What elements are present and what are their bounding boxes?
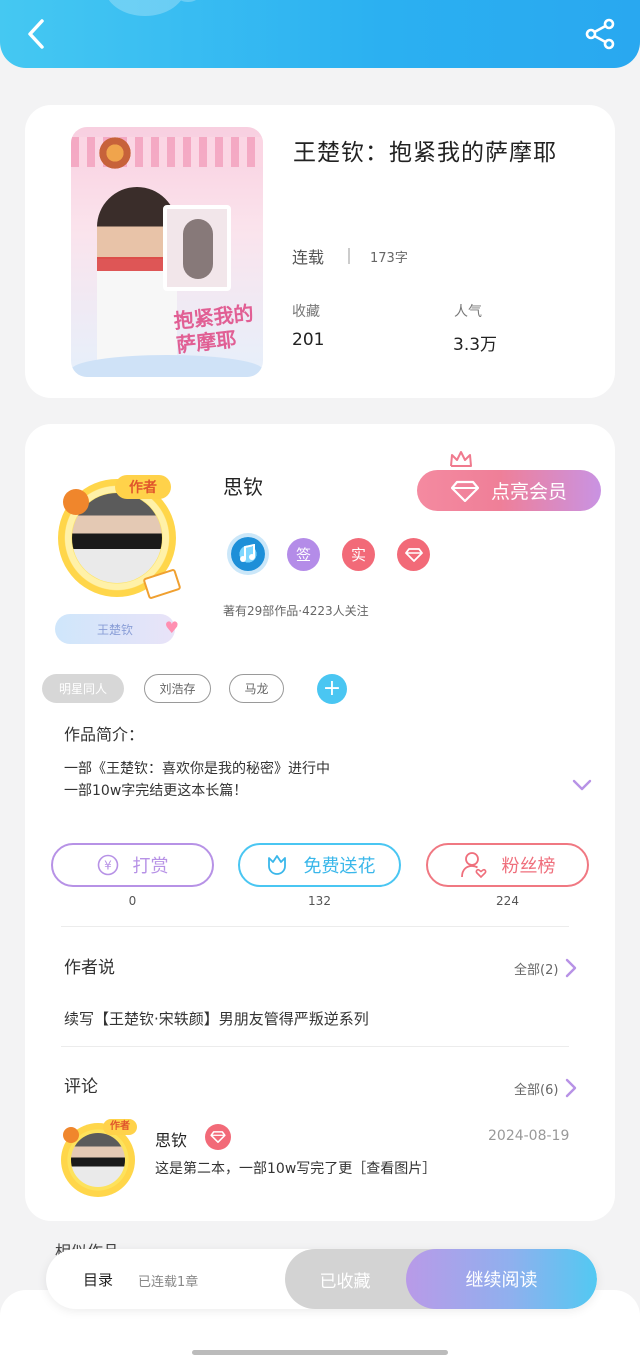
book-status-row: 连载 173字	[292, 244, 408, 268]
share-icon	[585, 18, 615, 50]
cover-title-art: 抱紧我的萨摩耶	[172, 300, 255, 358]
svg-text:¥: ¥	[104, 859, 112, 873]
intro-line: 一部《王楚钦：喜欢你是我的秘密》进行中	[64, 761, 330, 777]
favorites-value: 201	[292, 330, 325, 350]
tag-item[interactable]: 马龙	[229, 674, 284, 703]
author-name[interactable]: 思钦	[223, 471, 263, 500]
favorites-label: 收藏	[292, 304, 320, 320]
book-info-card: 抱紧我的萨摩耶 王楚钦：抱紧我的萨摩耶 连载 173字 收藏 201 人气 3.…	[25, 105, 615, 398]
popularity-value: 3.3万	[453, 335, 498, 355]
fan-badge-text: 王楚钦	[96, 622, 133, 637]
author-avatar[interactable]: 作者	[53, 469, 185, 601]
cover-wave	[71, 355, 263, 377]
author-say-text[interactable]: 续写【王楚钦·宋轶颜】男朋友管得严叛逆系列	[64, 1008, 369, 1029]
intro-title: 作品简介：	[64, 725, 145, 744]
continue-reading-label: 继续阅读	[465, 1270, 538, 1291]
tulip-icon	[267, 855, 286, 875]
comments-all-link[interactable]: 全部(6)	[514, 1078, 578, 1098]
crown-icon	[450, 451, 472, 467]
vip-diamond-icon	[205, 1124, 231, 1150]
author-tag: 作者	[103, 1119, 137, 1135]
chevron-down-icon[interactable]	[571, 774, 593, 796]
word-count: 173字	[370, 250, 408, 266]
diamond-badge-icon[interactable]	[397, 538, 430, 571]
flower-count: 132	[308, 894, 331, 908]
author-say-all-link[interactable]: 全部(2)	[514, 958, 578, 978]
tip-button[interactable]: ¥ 打赏	[51, 843, 214, 887]
book-title: 王楚钦：抱紧我的萨摩耶	[293, 140, 557, 166]
user-heart-icon	[460, 852, 486, 879]
flower-icon	[63, 1127, 79, 1143]
collected-label: 已收藏	[319, 1271, 371, 1292]
toc-button[interactable]: 目录	[83, 1269, 113, 1290]
avatar-photo	[71, 1133, 125, 1187]
fans-rank-button[interactable]: 粉丝榜	[426, 843, 589, 887]
music-badge-icon[interactable]	[231, 537, 265, 571]
comments-all-label: 全部(6)	[514, 1082, 559, 1098]
send-flower-label: 免费送花	[303, 856, 376, 877]
popularity-label: 人气	[454, 304, 482, 320]
tag-item[interactable]: 刘浩存	[144, 674, 211, 703]
author-card: 作者 王楚钦 ♥ 思钦 点亮会员 签 实 著有29部作品·4223人关注 明星同…	[25, 424, 615, 1221]
header-decoration-small	[178, 0, 198, 2]
chevron-left-icon	[28, 19, 44, 49]
chevron-right-icon	[566, 958, 577, 978]
divider	[61, 1046, 569, 1047]
continue-reading-button[interactable]: 继续阅读	[406, 1249, 597, 1309]
vip-button-label: 点亮会员	[490, 481, 567, 503]
divider	[348, 248, 351, 264]
chevron-right-icon	[566, 1078, 577, 1098]
bottom-action-bar: 目录 已连载1章 已收藏 继续阅读	[46, 1249, 597, 1309]
tip-count: 0	[128, 894, 137, 908]
author-say-all-label: 全部(2)	[514, 962, 559, 978]
diamond-icon	[450, 480, 479, 502]
comments-title: 评论	[64, 1077, 98, 1097]
diamond-icon	[210, 1131, 226, 1143]
header-decoration	[105, 0, 185, 16]
cover-flowers	[95, 133, 135, 173]
author-tag: 作者	[115, 475, 171, 499]
back-button[interactable]	[18, 14, 54, 54]
intro-line: 一部10w字完结更这本长篇！	[64, 783, 248, 799]
tag-item[interactable]: 明星同人	[42, 674, 124, 703]
author-stats: 著有29部作品·4223人关注	[223, 604, 369, 618]
comment-date: 2024-08-19	[488, 1128, 570, 1144]
yen-coin-icon: ¥	[97, 854, 118, 876]
fans-count: 224	[496, 894, 519, 908]
fan-name-badge: 王楚钦 ♥	[55, 614, 179, 644]
diamond-icon	[404, 547, 423, 562]
send-flower-button[interactable]: 免费送花	[238, 843, 401, 887]
add-tag-button[interactable]: +	[317, 674, 347, 704]
music-note-icon	[240, 544, 255, 562]
serial-status: 连载	[292, 248, 325, 267]
tip-label: 打赏	[132, 856, 169, 877]
author-say-title: 作者说	[64, 958, 115, 978]
heart-icon: ♥	[164, 618, 179, 637]
fans-rank-label: 粉丝榜	[501, 856, 556, 877]
vip-button[interactable]: 点亮会员	[417, 470, 601, 511]
comment-avatar[interactable]: 作者	[59, 1117, 139, 1197]
home-indicator	[192, 1350, 448, 1355]
verified-badge[interactable]: 实	[342, 538, 375, 571]
share-button[interactable]	[580, 14, 620, 54]
serial-progress[interactable]: 已连载1章	[138, 1271, 198, 1290]
signed-badge[interactable]: 签	[287, 538, 320, 571]
comment-text[interactable]: 这是第二本，一部10w写完了更［查看图片］	[155, 1158, 436, 1178]
book-cover[interactable]: 抱紧我的萨摩耶	[71, 127, 263, 377]
comment-user-name[interactable]: 思钦	[155, 1127, 187, 1151]
cover-photo	[163, 205, 231, 291]
divider	[61, 926, 569, 927]
flower-icon	[63, 489, 89, 515]
header-bar	[0, 0, 640, 68]
